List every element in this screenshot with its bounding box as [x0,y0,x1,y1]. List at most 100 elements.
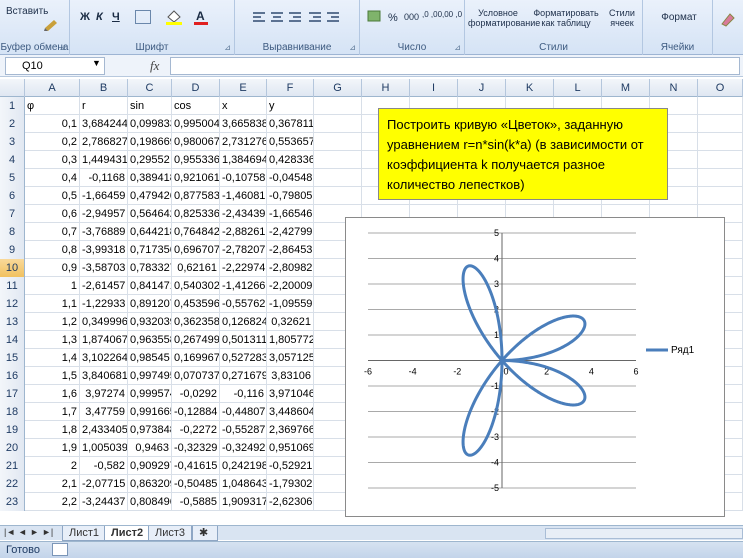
row-header[interactable]: 13 [0,313,25,331]
cell-b6[interactable]: -1,66459 [80,187,128,205]
cell-e4[interactable]: 1,384694 [220,151,267,169]
row-header[interactable]: 11 [0,277,25,295]
cell-d7[interactable]: 0,825336 [172,205,220,223]
row-header[interactable]: 5 [0,169,25,187]
cell-f19[interactable]: 2,369766 [267,421,314,439]
row-header[interactable]: 19 [0,421,25,439]
horizontal-scrollbar[interactable] [545,528,743,539]
cell-b14[interactable]: 1,874067 [80,331,128,349]
cell-c23[interactable]: 0,808496 [128,493,172,511]
cell-f23[interactable]: -2,62306 [267,493,314,511]
column-header-a[interactable]: A [25,79,80,97]
row-header[interactable]: 9 [0,241,25,259]
number-launcher-icon[interactable]: ⊿ [454,43,461,52]
insert-function-icon[interactable]: fx [150,58,159,74]
column-header-g[interactable]: G [314,79,362,97]
cell-e11[interactable]: -1,41266 [220,277,267,295]
cell-b12[interactable]: -1,22933 [80,295,128,313]
cell-f2[interactable]: 0,367811 [267,115,314,133]
cell-f14[interactable]: 1,805772 [267,331,314,349]
cell-e5[interactable]: -0,10758 [220,169,267,187]
row-header[interactable]: 18 [0,403,25,421]
cell-c21[interactable]: 0,909297 [128,457,172,475]
cell-f3[interactable]: 0,553657 [267,133,314,151]
cell-c12[interactable]: 0,891207 [128,295,172,313]
sheet-tab-3[interactable]: Лист3 [148,526,193,541]
cell-d8[interactable]: 0,764842 [172,223,220,241]
cell-c7[interactable]: 0,564642 [128,205,172,223]
name-box[interactable]: Q10 [5,57,105,75]
increase-decimal-button[interactable]: ,0 ,00 [422,10,442,19]
cell-d2[interactable]: 0,995004 [172,115,220,133]
cell-a15[interactable]: 1,4 [25,349,80,367]
row-header[interactable]: 12 [0,295,25,313]
cell-f7[interactable]: -1,66546 [267,205,314,223]
cell-c10[interactable]: 0,783327 [128,259,172,277]
decrease-decimal-button[interactable]: ,00 ,0 [442,10,462,19]
cell-a10[interactable]: 0,9 [25,259,80,277]
sheet-tab-2[interactable]: Лист2 [104,526,151,541]
row-header[interactable]: 15 [0,349,25,367]
cell-b21[interactable]: -0,582 [80,457,128,475]
paste-button[interactable]: Вставить [6,6,48,17]
cell-d12[interactable]: 0,453596 [172,295,220,313]
cell-g5[interactable] [314,169,362,187]
cell-b3[interactable]: 2,786827 [80,133,128,151]
cell-b15[interactable]: 3,102264 [80,349,128,367]
italic-button[interactable]: К [96,11,103,23]
row-header[interactable]: 22 [0,475,25,493]
cell-f22[interactable]: -1,79302 [267,475,314,493]
cell-g1[interactable] [314,97,362,115]
cell-f18[interactable]: 3,448604 [267,403,314,421]
column-header-o[interactable]: O [698,79,743,97]
cell-e3[interactable]: 2,731276 [220,133,267,151]
cell-d14[interactable]: 0,267499 [172,331,220,349]
cell-a6[interactable]: 0,5 [25,187,80,205]
macro-record-icon[interactable] [52,543,68,556]
column-header-d[interactable]: D [172,79,220,97]
cell-e20[interactable]: -0,32492 [220,439,267,457]
column-header-i[interactable]: I [410,79,458,97]
cell-f21[interactable]: -0,52921 [267,457,314,475]
cell-styles-button[interactable]: Стили ячеек [603,8,641,28]
column-header-m[interactable]: M [602,79,650,97]
cell-b11[interactable]: -2,61457 [80,277,128,295]
cell-c6[interactable]: 0,479426 [128,187,172,205]
cell-c13[interactable]: 0,932039 [128,313,172,331]
fill-color-icon[interactable] [164,8,186,26]
cell-e6[interactable]: -1,46081 [220,187,267,205]
prev-sheet-button[interactable]: ◄ [18,527,27,537]
row-header[interactable]: 17 [0,385,25,403]
cell-a3[interactable]: 0,2 [25,133,80,151]
cell-c17[interactable]: 0,999574 [128,385,172,403]
cell-e15[interactable]: 0,527283 [220,349,267,367]
cell-d17[interactable]: -0,0292 [172,385,220,403]
cell-a20[interactable]: 1,9 [25,439,80,457]
note-textbox[interactable]: Построить кривую «Цветок», заданную урав… [378,108,668,200]
format-painter-icon[interactable] [42,18,60,32]
sheet-tab-1[interactable]: Лист1 [62,526,107,541]
cell-d23[interactable]: -0,5885 [172,493,220,511]
thousands-button[interactable]: 000 [404,12,419,22]
cell-a14[interactable]: 1,3 [25,331,80,349]
cell-o2[interactable] [698,115,743,133]
cell-e2[interactable]: 3,665838 [220,115,267,133]
cell-b23[interactable]: -3,24437 [80,493,128,511]
cell-c11[interactable]: 0,841471 [128,277,172,295]
cell-b10[interactable]: -3,58703 [80,259,128,277]
cell-f20[interactable]: 0,951069 [267,439,314,457]
cell-b18[interactable]: 3,47759 [80,403,128,421]
cell-e17[interactable]: -0,116 [220,385,267,403]
cell-o1[interactable] [698,97,743,115]
row-header[interactable]: 1 [0,97,25,115]
cell-e21[interactable]: 0,242198 [220,457,267,475]
column-header-f[interactable]: F [267,79,314,97]
cell-c18[interactable]: 0,991665 [128,403,172,421]
cell-f4[interactable]: 0,428336 [267,151,314,169]
borders-icon[interactable] [135,10,151,24]
cell-d10[interactable]: 0,62161 [172,259,220,277]
cell-d3[interactable]: 0,980067 [172,133,220,151]
cell-d4[interactable]: 0,955336 [172,151,220,169]
percent-button[interactable]: % [388,12,398,24]
cell-g6[interactable] [314,187,362,205]
